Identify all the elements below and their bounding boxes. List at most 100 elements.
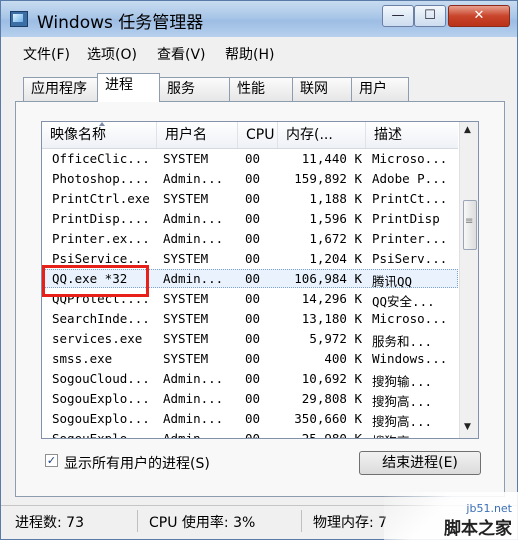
process-cpu: 00 — [245, 351, 261, 366]
process-image-name: SogouExplo... — [52, 431, 150, 439]
site-watermark: jb51.net 脚本之家 — [384, 492, 518, 540]
table-row[interactable]: smss.exe SYSTEM 00 400 K Windows... — [42, 349, 458, 369]
scroll-down-icon[interactable]: ▼ — [464, 422, 471, 432]
window-title: Windows 任务管理器 — [37, 13, 204, 33]
process-memory: 14,296 K — [301, 291, 362, 306]
process-memory: 1,188 K — [309, 191, 362, 206]
show-all-users-label: 显示所有用户的进程(S) — [64, 456, 210, 472]
tab-processes[interactable]: 进程 — [97, 73, 160, 102]
process-description: PsiServ... — [372, 251, 448, 266]
process-cpu: 00 — [245, 211, 261, 226]
process-cpu: 00 — [245, 171, 261, 186]
maximize-button[interactable]: ☐ — [414, 5, 446, 27]
process-description: 服务和... — [372, 334, 433, 349]
process-image-name: Photoshop.... — [52, 171, 150, 186]
column-memory[interactable]: 内存(... — [278, 122, 366, 148]
column-description[interactable]: 描述 — [366, 122, 458, 148]
process-description: Windows... — [372, 351, 448, 366]
process-memory: 29,808 K — [301, 391, 362, 406]
process-description: 搜狗高... — [372, 414, 433, 429]
column-user-name[interactable]: 用户名 — [157, 122, 238, 148]
vertical-scrollbar[interactable]: ▲ ▼ — [459, 122, 478, 438]
column-cpu[interactable]: CPU — [238, 122, 278, 148]
close-button[interactable]: ✕ — [448, 5, 510, 27]
process-user-name: SYSTEM — [163, 151, 209, 166]
table-row[interactable]: SogouCloud... Admin... 00 10,692 K 搜狗输... — [42, 369, 458, 389]
process-user-name: SYSTEM — [163, 291, 209, 306]
table-row[interactable]: PrintCtrl.exe SYSTEM 00 1,188 K PrintCt... — [42, 189, 458, 209]
process-description: 搜狗高... — [372, 431, 458, 438]
process-image-name: PsiService... — [52, 251, 150, 266]
process-user-name: SYSTEM — [163, 191, 209, 206]
table-row[interactable]: OfficeClic... SYSTEM 00 11,440 K Microso... — [42, 149, 458, 169]
process-cpu: 00 — [245, 431, 261, 439]
process-cpu: 00 — [245, 271, 261, 286]
process-cpu: 00 — [245, 151, 261, 166]
show-all-users-checkbox[interactable]: ✓ — [45, 454, 58, 467]
process-image-name: smss.exe — [52, 351, 113, 366]
process-description: Microso... — [372, 151, 448, 166]
process-description: Printer... — [372, 231, 448, 246]
process-cpu: 00 — [245, 291, 261, 306]
process-user-name: SYSTEM — [163, 331, 209, 346]
process-cpu: 00 — [245, 191, 261, 206]
table-row[interactable]: SogouExplo... Admin... 00 350,660 K 搜狗高... — [42, 409, 458, 429]
tab-applications[interactable]: 应用程序 — [23, 77, 98, 101]
process-image-name: SogouCloud... — [52, 371, 150, 386]
annotation-highlight-box — [42, 265, 149, 297]
process-memory: 350,660 K — [294, 411, 362, 426]
process-memory: 11,440 K — [301, 151, 362, 166]
process-description: 腾讯QQ — [372, 274, 413, 289]
process-description: QQ安全... — [372, 294, 435, 309]
menu-help[interactable]: 帮助(H) — [225, 44, 274, 64]
process-user-name: SYSTEM — [163, 351, 209, 366]
process-description: PrintCt... — [372, 191, 448, 206]
process-user-name: SYSTEM — [163, 311, 209, 326]
process-description: PrintDisp — [372, 211, 440, 226]
end-process-button[interactable]: 结束进程(E) — [359, 451, 481, 475]
sort-indicator-icon — [99, 122, 105, 126]
tab-performance[interactable]: 性能 — [229, 77, 293, 101]
column-image-name[interactable]: 映像名称 — [42, 122, 157, 148]
table-row[interactable]: Printer.ex... Admin... 00 1,672 K Printer... — [42, 229, 458, 249]
process-memory: 1,672 K — [309, 231, 362, 246]
task-manager-window: Windows 任务管理器 — ☐ ✕ 文件(F) 选项(O) 查看(V) 帮助… — [0, 0, 518, 540]
title-bar[interactable]: Windows 任务管理器 — ☐ ✕ — [1, 1, 517, 37]
tab-users[interactable]: 用户 — [351, 77, 409, 101]
process-memory: 13,180 K — [301, 311, 362, 326]
table-row[interactable]: SearchInde... SYSTEM 00 13,180 K Microso... — [42, 309, 458, 329]
menu-file[interactable]: 文件(F) — [23, 44, 70, 64]
process-cpu: 00 — [245, 391, 261, 406]
scroll-up-icon[interactable]: ▲ — [464, 125, 471, 135]
process-memory: 5,972 K — [309, 331, 362, 346]
process-memory: 25,980 K — [301, 431, 362, 439]
minimize-button[interactable]: — — [382, 5, 414, 27]
status-physical-memory: 物理内存: 7 — [313, 515, 388, 531]
process-user-name: Admin... — [163, 411, 224, 426]
menu-bar: 文件(F) 选项(O) 查看(V) 帮助(H) — [1, 39, 517, 67]
process-image-name: Printer.ex... — [52, 231, 150, 246]
process-memory: 10,692 K — [301, 371, 362, 386]
menu-view[interactable]: 查看(V) — [157, 44, 206, 64]
process-image-name: SogouExplo... — [52, 411, 150, 426]
table-row[interactable]: SogouExplo... Admin... 00 29,808 K 搜狗高... — [42, 389, 458, 409]
menu-options[interactable]: 选项(O) — [87, 44, 137, 64]
process-user-name: Admin... — [163, 271, 224, 286]
status-cpu-usage: CPU 使用率: 3% — [149, 515, 256, 531]
table-row[interactable]: Photoshop.... Admin... 00 159,892 K Adobe P.… — [42, 169, 458, 189]
task-manager-icon — [10, 11, 28, 27]
process-user-name: Admin... — [163, 231, 224, 246]
process-cpu: 00 — [245, 371, 261, 386]
tab-networking[interactable]: 联网 — [292, 77, 352, 101]
process-description: Microso... — [372, 311, 448, 326]
process-memory: 1,204 K — [309, 251, 362, 266]
process-memory: 1,596 K — [309, 211, 362, 226]
process-image-name: PrintCtrl.exe — [52, 191, 150, 206]
table-row[interactable]: SogouExplo... Admin... 00 25,980 K 搜狗高... — [42, 429, 458, 439]
scroll-thumb[interactable] — [463, 200, 477, 250]
table-row[interactable]: services.exe SYSTEM 00 5,972 K 服务和... — [42, 329, 458, 349]
table-row[interactable]: PrintDisp.... Admin... 00 1,596 K PrintDisp — [42, 209, 458, 229]
process-user-name: Admin... — [163, 211, 224, 226]
process-user-name: SYSTEM — [163, 251, 209, 266]
tab-services[interactable]: 服务 — [159, 77, 230, 101]
